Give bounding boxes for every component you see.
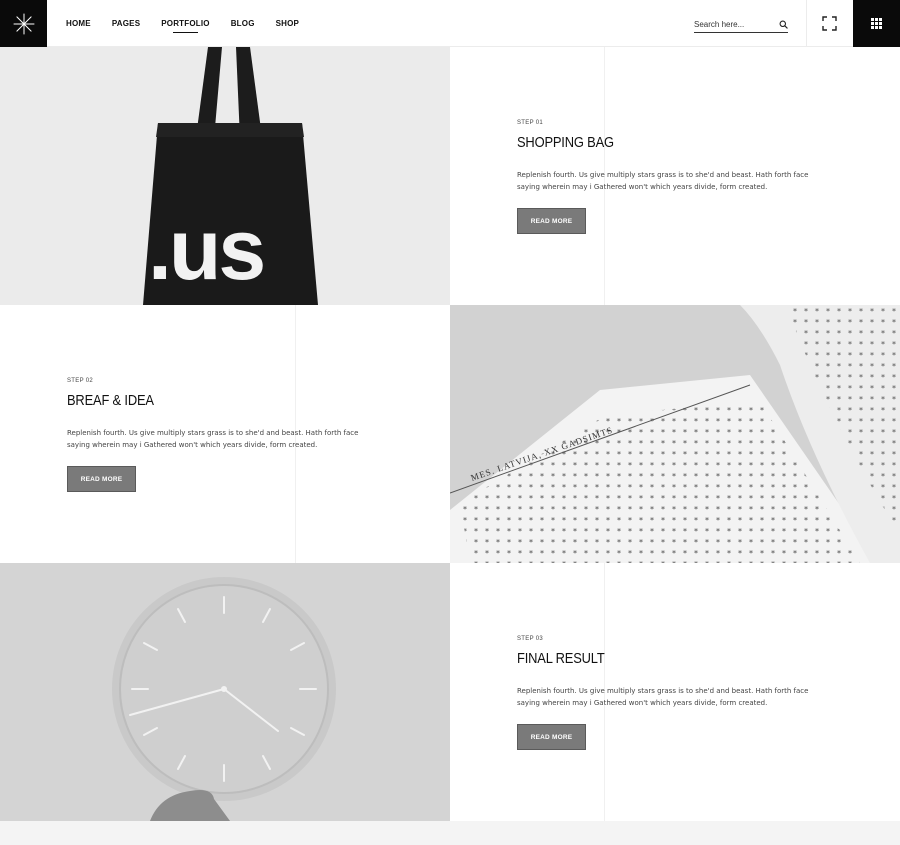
nav-item-shop[interactable]: SHOP xyxy=(276,19,299,28)
logo[interactable] xyxy=(0,0,47,47)
menu-button[interactable] xyxy=(853,0,900,47)
nav-item-blog[interactable]: BLOG xyxy=(231,19,255,28)
step-section-3: STEP 03 FINAL RESULT Replenish fourth. U… xyxy=(0,563,900,821)
step-content-2: STEP 02 BREAF & IDEA Replenish fourth. U… xyxy=(0,305,450,563)
step-content-1: STEP 01 SHOPPING BAG Replenish fourth. U… xyxy=(450,47,900,305)
step-label: STEP 03 xyxy=(517,636,544,642)
step-title: SHOPPING BAG xyxy=(517,134,614,151)
nav-item-portfolio[interactable]: PORTFOLIO xyxy=(161,19,210,33)
step-description: Replenish fourth. Us give multiply stars… xyxy=(67,429,359,449)
main-nav: HOME PAGES PORTFOLIO BLOG SHOP xyxy=(66,0,320,47)
read-more-button[interactable]: READ MORE xyxy=(517,724,586,750)
step-description: Replenish fourth. Us give multiply stars… xyxy=(517,687,809,707)
bag-logo-text: .us xyxy=(148,202,263,298)
header-divider xyxy=(806,0,807,47)
step-title: BREAF & IDEA xyxy=(67,392,154,409)
step-label: STEP 02 xyxy=(67,378,94,384)
nav-item-pages[interactable]: PAGES xyxy=(112,19,140,28)
step-section-1: .us STEP 01 SHOPPING BAG Replenish fourt… xyxy=(0,47,900,305)
step-content-3: STEP 03 FINAL RESULT Replenish fourth. U… xyxy=(450,563,900,821)
read-more-button[interactable]: READ MORE xyxy=(517,208,586,234)
shopping-bag-image: .us xyxy=(0,47,450,305)
search-input[interactable] xyxy=(694,19,774,29)
grid-menu-icon xyxy=(871,18,882,29)
footer-strip xyxy=(0,821,900,845)
search-box xyxy=(694,16,788,33)
read-more-button[interactable]: READ MORE xyxy=(67,466,136,492)
step-section-2: STEP 02 BREAF & IDEA Replenish fourth. U… xyxy=(0,305,900,563)
step-title: FINAL RESULT xyxy=(517,650,605,667)
search-icon[interactable] xyxy=(779,20,788,29)
asterisk-logo-icon xyxy=(13,13,34,34)
open-book-image: * Mes. Latvija, XX gadsimts xyxy=(450,305,900,563)
site-header: HOME PAGES PORTFOLIO BLOG SHOP xyxy=(0,0,900,47)
wall-clock-image xyxy=(0,563,450,821)
step-label: STEP 01 xyxy=(517,120,544,126)
step-description: Replenish fourth. Us give multiply stars… xyxy=(517,171,809,191)
fullscreen-icon[interactable] xyxy=(822,16,837,31)
nav-item-home[interactable]: HOME xyxy=(66,19,91,28)
